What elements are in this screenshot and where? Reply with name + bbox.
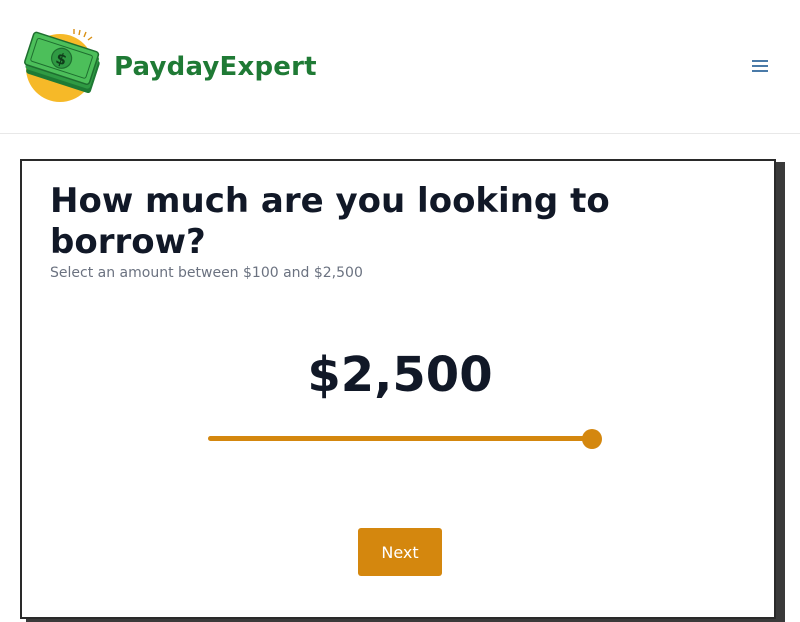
next-button[interactable]: Next xyxy=(358,528,442,576)
amount-slider[interactable] xyxy=(208,427,602,451)
selected-amount: $2,500 xyxy=(307,347,493,403)
slider-track[interactable] xyxy=(208,429,602,449)
question-subtitle: Select an amount between $100 and $2,500 xyxy=(50,265,363,281)
hamburger-menu-button[interactable] xyxy=(746,54,774,78)
question-title: How much are you looking to borrow? xyxy=(50,181,610,262)
site-header: $ PaydayExpert xyxy=(0,0,800,134)
loan-amount-card: How much are you looking to borrow? Sele… xyxy=(20,159,776,619)
slider-fill xyxy=(208,436,592,441)
home-logo-link[interactable]: $ PaydayExpert xyxy=(20,28,317,106)
brand-name: PaydayExpert xyxy=(114,52,317,82)
slider-thumb[interactable] xyxy=(582,429,602,449)
hamburger-menu-icon xyxy=(752,60,768,72)
money-bills-sun-logo-icon: $ xyxy=(24,29,100,102)
